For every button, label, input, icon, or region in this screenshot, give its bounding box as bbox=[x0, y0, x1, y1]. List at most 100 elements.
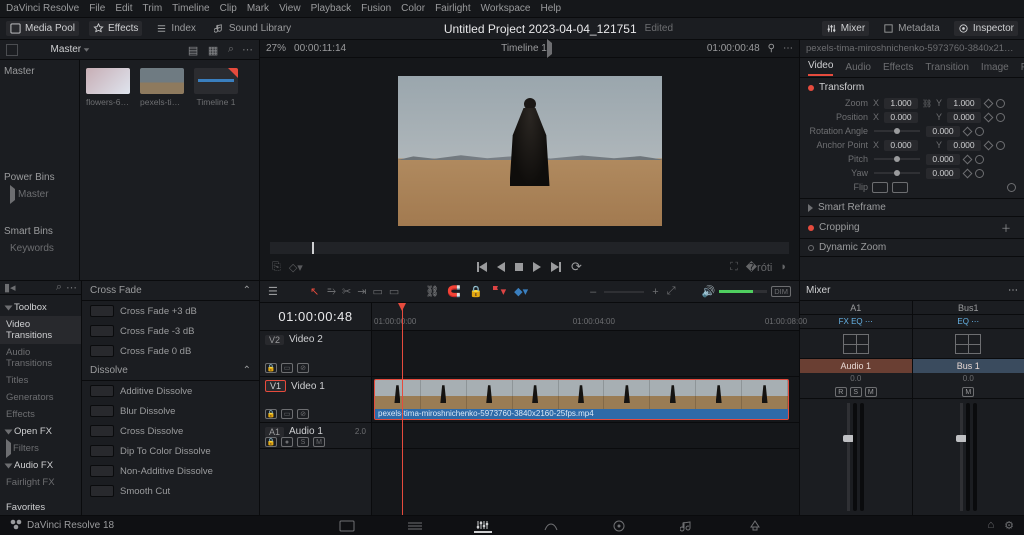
fx-tree-item[interactable]: Fairlight FX bbox=[0, 474, 81, 491]
audiofx-header[interactable]: Audio FX bbox=[0, 457, 81, 474]
fx-item[interactable]: Additive Dissolve bbox=[82, 381, 259, 401]
pan-control[interactable] bbox=[913, 329, 1024, 359]
channel-fx[interactable]: EQ ⋯ bbox=[913, 315, 1024, 329]
link-icon[interactable]: ⛓ bbox=[922, 99, 931, 108]
fader[interactable] bbox=[800, 399, 912, 515]
list-view-icon[interactable]: ▤ bbox=[188, 44, 200, 56]
video-clip[interactable]: pexels-tima-miroshnichenko-5973760-3840x… bbox=[374, 379, 789, 420]
openfx-header[interactable]: Open FX bbox=[0, 423, 81, 440]
tab-audio[interactable]: Audio bbox=[845, 62, 871, 73]
menu-item[interactable]: Timeline bbox=[172, 3, 209, 14]
menu-item[interactable]: Workspace bbox=[481, 3, 531, 14]
auto-select-toggle[interactable]: ▭ bbox=[281, 409, 293, 419]
add-icon[interactable]: ＋ bbox=[1001, 220, 1011, 235]
enable-dot-icon[interactable] bbox=[808, 225, 814, 231]
record-button[interactable]: R bbox=[835, 387, 847, 397]
page-media[interactable] bbox=[338, 519, 356, 533]
track-header-v1[interactable]: V1Video 1 🔒▭⊘ bbox=[260, 377, 371, 423]
tab-effects[interactable]: Effects bbox=[883, 62, 913, 73]
lock-icon[interactable]: 🔒 bbox=[469, 285, 483, 298]
fader[interactable] bbox=[913, 399, 1024, 515]
timeline-view-icon[interactable]: ☰ bbox=[268, 285, 278, 298]
pitch-input[interactable]: 0.000 bbox=[926, 154, 960, 165]
menu-item[interactable]: Color bbox=[401, 3, 425, 14]
keyframe-icon[interactable] bbox=[984, 140, 994, 150]
zoom-x-input[interactable]: 1.000 bbox=[884, 98, 918, 109]
fx-tree-item[interactable]: Audio Transitions bbox=[0, 344, 81, 372]
page-cut[interactable] bbox=[406, 519, 424, 533]
timeline-ruler[interactable]: 01:00:00:00 01:00:04:00 01:00:08:00 bbox=[372, 303, 799, 331]
menu-item[interactable]: File bbox=[89, 3, 105, 14]
fx-item[interactable]: Blur Dissolve bbox=[82, 401, 259, 421]
zoom-slider[interactable] bbox=[604, 291, 644, 293]
lock-toggle[interactable]: 🔒 bbox=[265, 437, 277, 447]
lock-toggle[interactable]: 🔒 bbox=[265, 409, 277, 419]
tab-image[interactable]: Image bbox=[981, 62, 1009, 73]
pos-x-input[interactable]: 0.000 bbox=[884, 112, 918, 123]
pos-y-input[interactable]: 0.000 bbox=[947, 112, 981, 123]
menu-item[interactable]: Clip bbox=[220, 3, 237, 14]
reset-icon[interactable] bbox=[1007, 183, 1016, 192]
match-frame-icon[interactable]: ⎘ bbox=[272, 261, 281, 274]
menu-item[interactable]: Help bbox=[540, 3, 561, 14]
menu-item[interactable]: Trim bbox=[143, 3, 163, 14]
fx-item[interactable]: Cross Fade -3 dB bbox=[82, 321, 259, 341]
menu-item[interactable]: DaVinci Resolve bbox=[6, 3, 79, 14]
channel-fx[interactable]: FX EQ ⋯ bbox=[800, 315, 912, 329]
smart-reframe-row[interactable]: Smart Reframe bbox=[800, 199, 1024, 217]
metadata-toggle[interactable]: Metadata bbox=[879, 21, 944, 36]
fx-item[interactable]: Non-Additive Dissolve bbox=[82, 461, 259, 481]
reset-icon[interactable] bbox=[975, 169, 984, 178]
reset-icon[interactable] bbox=[975, 127, 984, 136]
solo-toggle[interactable]: S bbox=[297, 437, 309, 447]
menu-item[interactable]: Playback bbox=[311, 3, 352, 14]
options-icon[interactable]: ⋯ bbox=[242, 43, 253, 56]
sidebar-toggle-icon[interactable] bbox=[6, 44, 18, 56]
keyframe-icon[interactable] bbox=[963, 168, 973, 178]
play-button[interactable] bbox=[533, 262, 541, 272]
lane-a1[interactable] bbox=[372, 423, 799, 449]
trim-tool-icon[interactable]: ⥱ bbox=[327, 285, 336, 298]
page-edit[interactable] bbox=[474, 519, 492, 533]
media-clip[interactable]: flowers-68... bbox=[86, 68, 130, 107]
track-header-a1[interactable]: A1Audio 12.0 🔒●SM bbox=[260, 423, 371, 449]
track-header-v2[interactable]: V2Video 2 🔒▭⊘ bbox=[260, 331, 371, 377]
stop-button[interactable] bbox=[515, 263, 523, 271]
link-icon[interactable]: ⛓ bbox=[425, 285, 439, 298]
marker-dropdown-icon[interactable]: ◇▾ bbox=[289, 261, 303, 274]
overwrite-icon[interactable]: ▭ bbox=[372, 285, 382, 298]
favorites-header[interactable]: Favorites bbox=[0, 499, 81, 516]
pitch-slider[interactable] bbox=[874, 158, 920, 160]
inspector-toggle[interactable]: Inspector bbox=[954, 21, 1018, 36]
fx-tree-item[interactable]: Titles bbox=[0, 372, 81, 389]
toolbox-header[interactable]: Toolbox bbox=[0, 299, 81, 316]
last-frame-button[interactable] bbox=[551, 262, 561, 272]
flag-icon[interactable]: ▾ bbox=[491, 285, 507, 298]
zoom-dropdown[interactable]: 27% bbox=[266, 43, 286, 54]
menu-item[interactable]: Mark bbox=[247, 3, 269, 14]
snapping-icon[interactable]: 🧲 bbox=[447, 285, 461, 298]
track-tag[interactable]: V1 bbox=[265, 380, 286, 392]
custom-zoom-icon[interactable]: ⤢ bbox=[667, 285, 676, 298]
thumb-view-icon[interactable]: ▦ bbox=[208, 44, 220, 56]
fx-tree-item[interactable]: Effects bbox=[0, 406, 81, 423]
dim-button[interactable]: DIM bbox=[771, 286, 791, 297]
marker-icon[interactable]: ◆▾ bbox=[514, 285, 528, 298]
fx-tree-item[interactable]: Generators bbox=[0, 389, 81, 406]
project-manager-button[interactable]: DaVinci Resolve 18 bbox=[0, 518, 124, 533]
fx-item[interactable]: Cross Fade +3 dB bbox=[82, 301, 259, 321]
anchor-x-input[interactable]: 0.000 bbox=[884, 140, 918, 151]
menu-item[interactable]: Fairlight bbox=[435, 3, 471, 14]
enable-dot-icon[interactable] bbox=[808, 245, 814, 251]
solo-button[interactable]: S bbox=[850, 387, 862, 397]
reset-icon[interactable] bbox=[996, 141, 1005, 150]
lane-v2[interactable] bbox=[372, 331, 799, 377]
disable-toggle[interactable]: ⊘ bbox=[297, 363, 309, 373]
fx-item[interactable]: Cross Fade 0 dB bbox=[82, 341, 259, 361]
enable-dot-icon[interactable] bbox=[808, 85, 814, 91]
step-back-button[interactable] bbox=[497, 262, 505, 272]
menu-item[interactable]: Edit bbox=[115, 3, 132, 14]
auto-select-toggle[interactable]: ▭ bbox=[281, 363, 293, 373]
fx-item[interactable]: Cross Dissolve bbox=[82, 421, 259, 441]
menu-item[interactable]: Fusion bbox=[361, 3, 391, 14]
